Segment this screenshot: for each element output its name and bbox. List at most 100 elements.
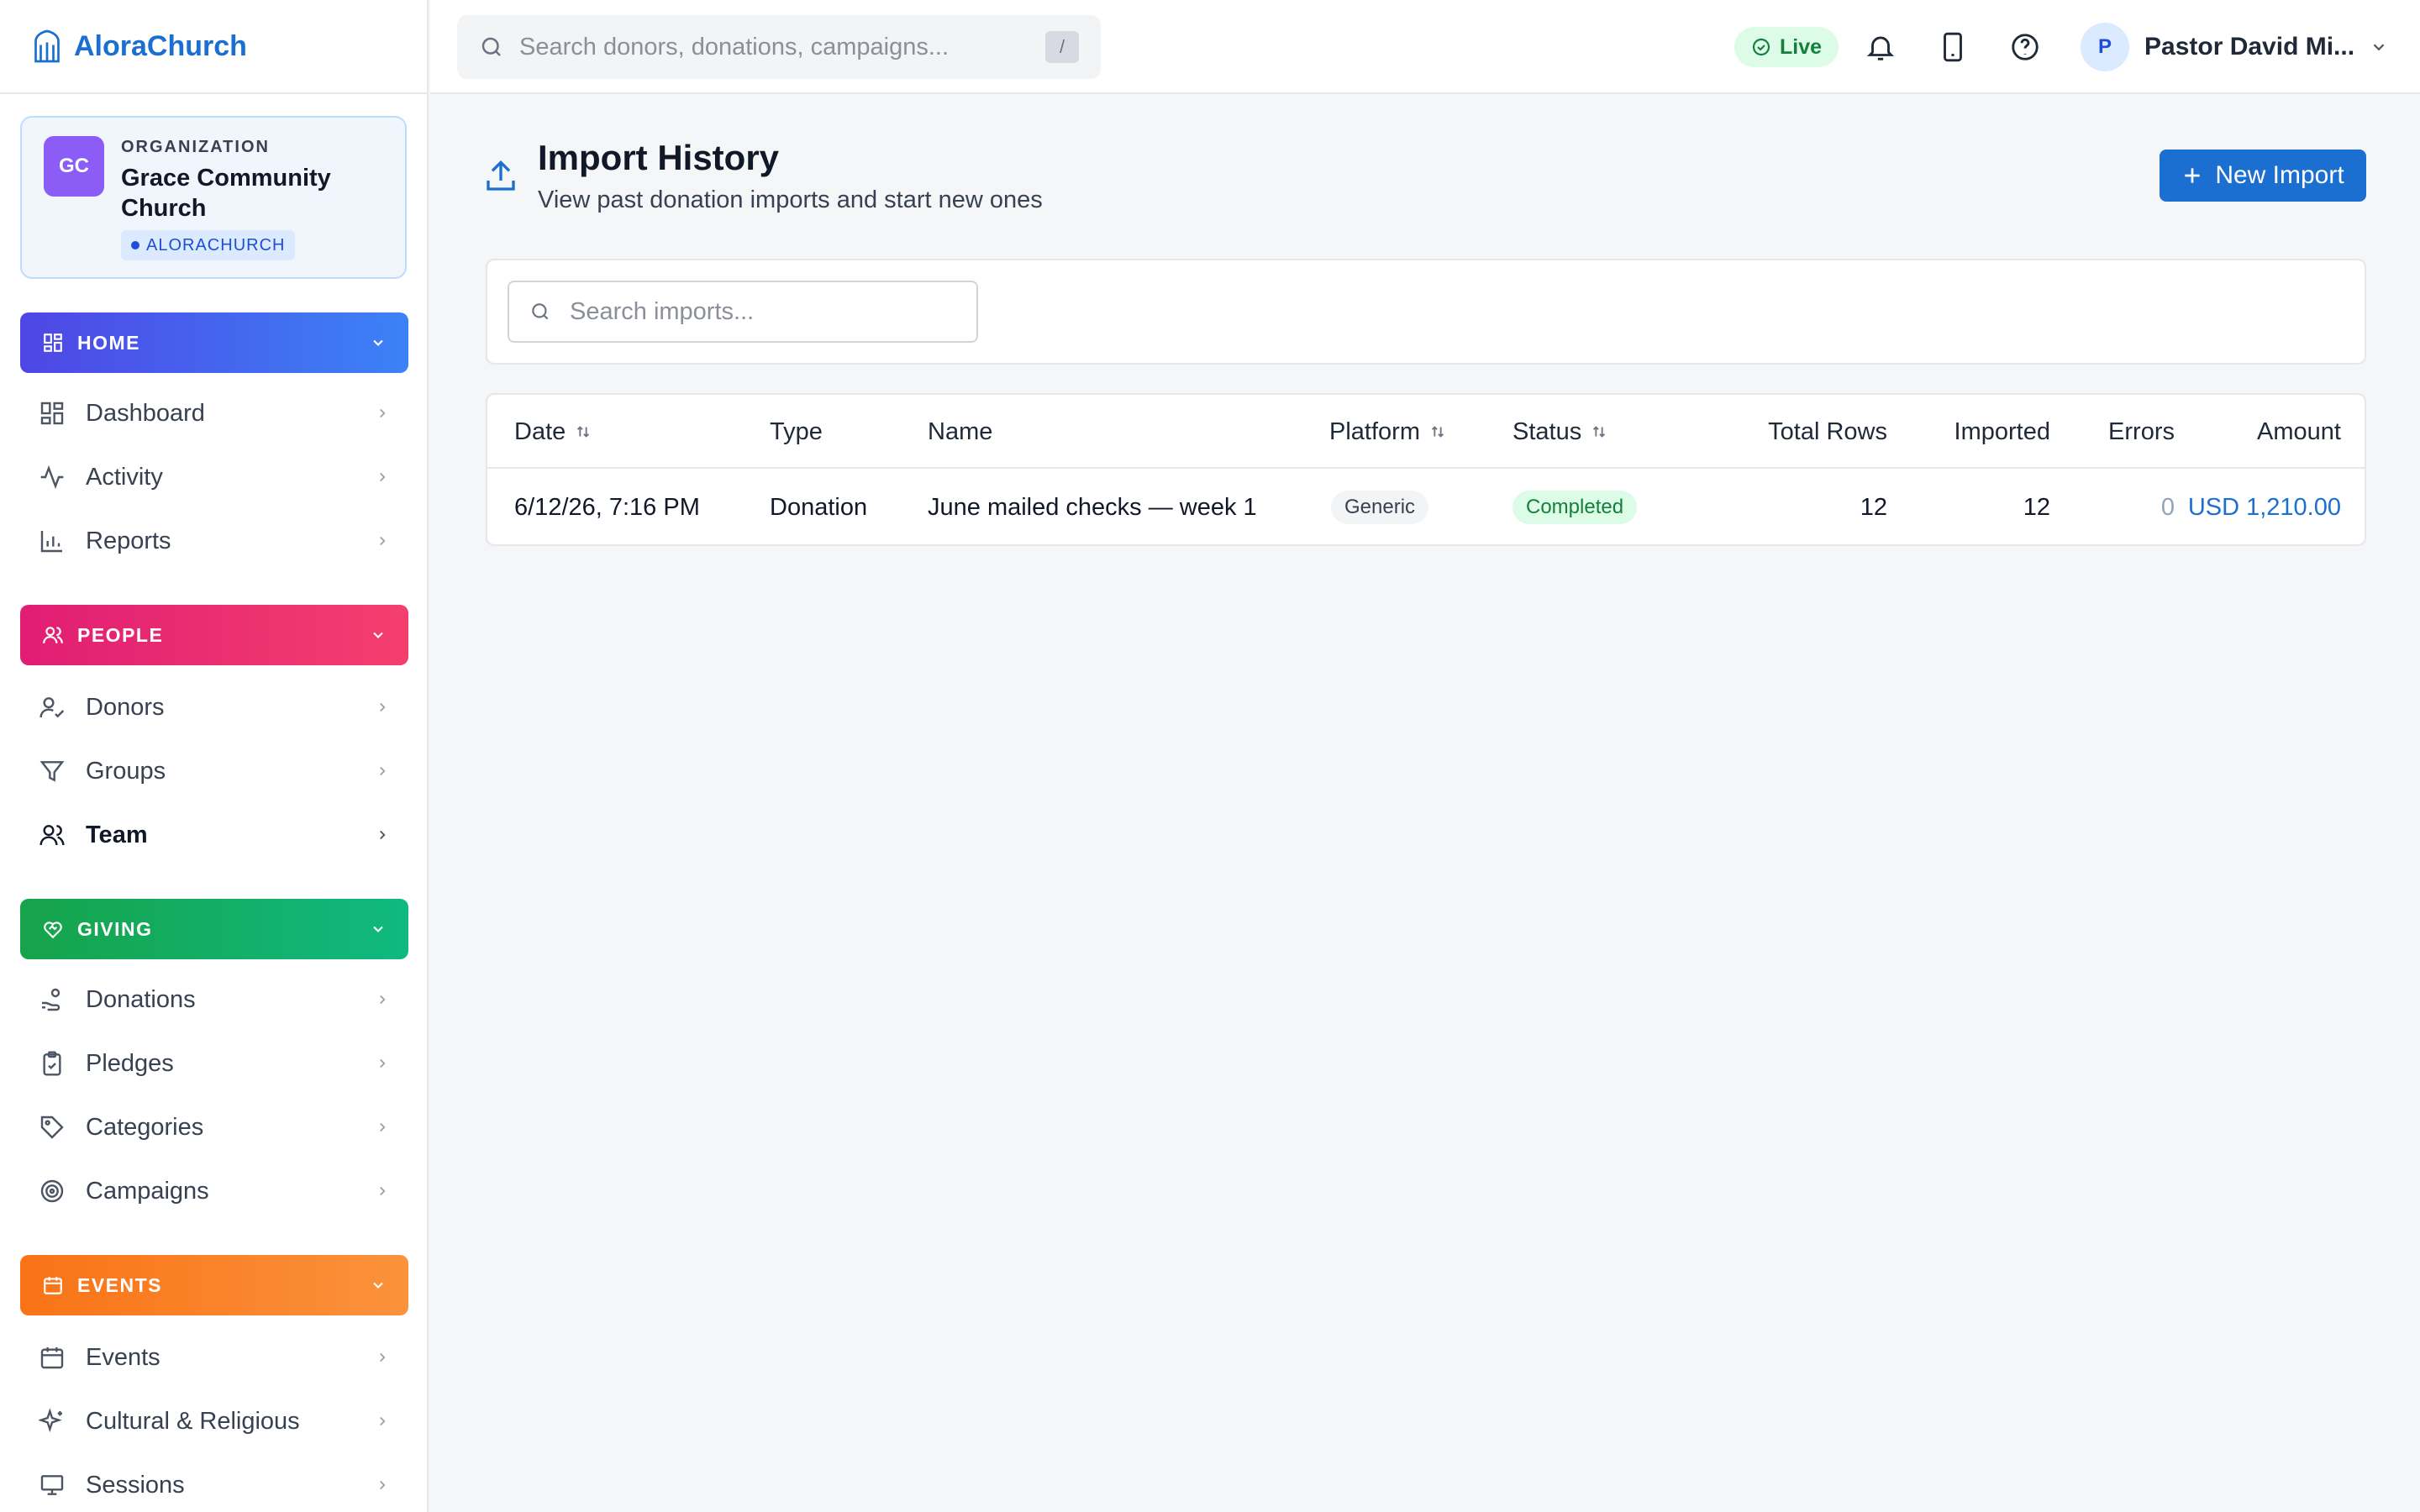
chevron-down-icon [373,632,383,638]
column-header-errors: Errors [2067,395,2175,469]
sidebar-item-donors[interactable]: Donors [20,679,408,736]
org-tag-label: ALORACHURCH [146,235,286,255]
chevron-right-icon [380,1352,386,1362]
platform-badge: Generic [1331,491,1429,524]
notifications-button[interactable] [1859,25,1902,69]
sidebar-item-activity[interactable]: Activity [20,449,408,506]
column-label: Amount [2257,417,2341,445]
sidebar-item-label: Cultural & Religious [86,1407,300,1435]
column-header-platform[interactable]: Platform [1329,395,1447,469]
calendar-icon [40,1347,64,1369]
cell-imported: 12 [2023,493,2050,521]
chevron-down-icon [373,339,383,346]
user-check-icon [39,697,65,718]
hand-coins-icon [42,988,60,1011]
cell-platform: Generic [1331,469,1429,544]
sidebar-item-team[interactable]: Team [20,806,408,864]
sidebar: AloraChurch GC ORGANIZATION Grace Commun… [0,0,429,1512]
new-import-button[interactable]: New Import [2160,150,2366,202]
global-search-input[interactable] [519,33,1030,61]
column-label: Imported [1954,417,2050,445]
column-header-imported: Imported [1899,395,2050,469]
column-label: Date [514,417,566,445]
column-label: Total Rows [1768,417,1887,445]
new-import-label: New Import [2215,161,2344,189]
tag-icon [40,1116,64,1139]
chevron-right-icon [380,1480,386,1490]
cell-date: 6/12/26, 7:16 PM [514,493,700,521]
user-menu[interactable]: P Pastor David Mi... [2081,22,2388,72]
sidebar-item-label: Categories [86,1113,204,1141]
table-header: Date Type Name Platform Status Total Row… [487,395,2365,469]
sidebar-item-label: Groups [86,757,166,785]
search-shortcut: / [1045,31,1079,63]
plus-icon [2185,168,2200,183]
sidebar-item-cultural-religious[interactable]: Cultural & Religious [20,1393,408,1450]
section-home[interactable]: HOME [20,312,408,373]
column-label: Name [928,417,993,445]
sidebar-item-campaigns[interactable]: Campaigns [20,1163,408,1220]
topbar: / Live P Pastor David Mi... [430,0,2420,94]
column-header-status[interactable]: Status [1512,395,1608,469]
sidebar-item-groups[interactable]: Groups [20,743,408,800]
import-search-input[interactable] [570,297,956,326]
sidebar-item-label: Donations [86,985,196,1013]
org-tag: ALORACHURCH [121,230,296,260]
column-label: Status [1512,417,1582,445]
brand[interactable]: AloraChurch [0,0,427,94]
sidebar-item-label: Events [86,1343,160,1371]
sidebar-item-donations[interactable]: Donations [20,971,408,1028]
column-header-name: Name [928,395,992,469]
cell-type: Donation [770,493,868,521]
org-label: ORGANIZATION [121,138,270,156]
organization-card[interactable]: GC ORGANIZATION Grace Community Church A… [20,116,407,279]
chevron-right-icon [380,536,386,546]
sidebar-item-label: Pledges [86,1049,174,1077]
filter-icon [39,761,65,782]
chevron-down-icon [2373,44,2385,51]
sidebar-item-pledges[interactable]: Pledges [20,1035,408,1092]
imports-table: Date Type Name Platform Status Total Row… [486,393,2366,546]
column-label: Errors [2108,417,2175,445]
sort-icon [1431,426,1444,438]
column-header-amount: Amount [2193,395,2341,469]
global-search[interactable]: / [457,15,1101,79]
section-giving[interactable]: GIVING [20,899,408,959]
heart-handshake-icon [44,921,62,939]
user-name: Pastor David Mi... [2144,33,2355,60]
sidebar-item-label: Sessions [86,1471,185,1499]
cell-errors: 0 [2160,493,2175,521]
chevron-right-icon [380,1186,386,1196]
sidebar-item-dashboard[interactable]: Dashboard [20,385,408,442]
column-label: Platform [1329,417,1420,445]
sidebar-item-categories[interactable]: Categories [20,1099,408,1156]
sidebar-item-sessions[interactable]: Sessions [20,1457,408,1512]
target-icon [40,1179,64,1203]
page-title: Import History [538,138,780,177]
chevron-right-icon [380,702,386,712]
section-people[interactable]: PEOPLE [20,605,408,665]
import-search[interactable] [508,281,978,343]
sidebar-item-reports[interactable]: Reports [20,512,408,570]
help-circle-icon [2012,34,2039,60]
column-header-total-rows: Total Rows [1697,395,1887,469]
section-events[interactable]: EVENTS [20,1255,408,1315]
sparkles-icon [39,1408,62,1433]
sidebar-item-label: Team [86,821,148,848]
monitor-icon [40,1475,64,1495]
column-label: Type [770,417,823,445]
grid-icon [44,333,62,352]
upload-icon [487,160,515,191]
sidebar-item-events[interactable]: Events [20,1329,408,1386]
table-row[interactable]: 6/12/26, 7:16 PM Donation June mailed ch… [487,469,2365,544]
chevron-right-icon [380,766,386,776]
sidebar-item-label: Dashboard [86,399,205,427]
chevron-down-icon [373,926,383,932]
live-status-badge: Live [1734,27,1839,67]
help-button[interactable] [2003,25,2047,69]
live-label: Live [1780,34,1823,59]
filter-card [486,259,2366,365]
column-header-date[interactable]: Date [514,395,592,469]
mobile-app-button[interactable] [1931,25,1975,69]
cell-amount[interactable]: USD 1,210.00 [2160,469,2341,544]
